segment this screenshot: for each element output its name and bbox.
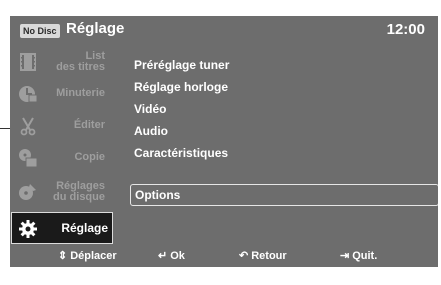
sidebar-item-timer[interactable]: Minuterie [12, 78, 111, 109]
scissors-icon [20, 117, 36, 136]
no-disc-badge: No Disc [20, 24, 60, 38]
menu-item-features[interactable]: Caractéristiques [134, 144, 228, 162]
sidebar: List des titres Minuterie Éditer Copie R… [10, 46, 114, 244]
up-down-icon: ⇕ [58, 250, 68, 262]
sidebar-item-disc-settings[interactable]: Réglages du disque [12, 176, 111, 207]
return-icon: ↶ [239, 250, 249, 262]
sidebar-item-title-list[interactable]: List des titres [12, 46, 111, 77]
disc-settings-icon [19, 184, 36, 200]
sidebar-item-label: List des titres [56, 49, 105, 73]
menu-item-audio[interactable]: Audio [134, 122, 168, 140]
hint-move: ⇕ Déplacer [58, 250, 117, 262]
footer-hints: ⇕ Déplacer ↵ Ok ↶ Retour ⇥ Quit. [10, 244, 438, 267]
sidebar-item-copy[interactable]: Copie [12, 142, 111, 173]
menu-item-video[interactable]: Vidéo [134, 100, 166, 118]
sidebar-item-label: Réglages du disque [53, 179, 105, 203]
timer-icon [19, 86, 38, 103]
gear-icon [19, 220, 37, 238]
menu-item-options-label: Options [135, 188, 181, 202]
menu-item-tuner-preset[interactable]: Préréglage tuner [134, 56, 229, 74]
sidebar-item-label: Minuterie [56, 87, 105, 99]
menu-item-options[interactable]: Options [130, 184, 438, 206]
hint-back: ↶ Retour [239, 250, 287, 262]
sidebar-item-setup[interactable]: Réglage [11, 212, 113, 244]
film-icon [20, 53, 36, 71]
sidebar-item-label: Éditer [73, 119, 105, 131]
edge-mark [0, 128, 10, 129]
screen: No Disc Réglage 12:00 List des titres Mi… [10, 16, 438, 267]
exit-icon: ⇥ [340, 250, 350, 262]
sidebar-item-label: Copie [74, 151, 105, 163]
hint-ok: ↵ Ok [158, 250, 185, 262]
menu-item-clock-setting[interactable]: Réglage horloge [134, 78, 228, 96]
clock: 12:00 [386, 21, 425, 38]
setup-menu: Préréglage tuner Réglage horloge Vidéo A… [114, 46, 438, 244]
title-bar: No Disc Réglage 12:00 [10, 16, 438, 46]
copy-icon [19, 149, 38, 168]
page-title: Réglage [66, 20, 125, 37]
hint-quit: ⇥ Quit. [340, 250, 378, 262]
sidebar-item-label: Réglage [61, 221, 108, 235]
sidebar-item-edit[interactable]: Éditer [12, 110, 111, 141]
enter-icon: ↵ [158, 250, 168, 262]
